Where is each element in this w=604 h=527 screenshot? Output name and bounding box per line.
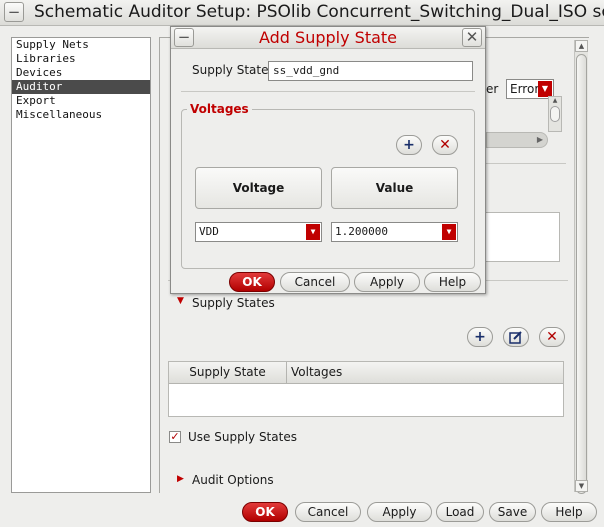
voltage-select[interactable]: VDD ▼ — [195, 222, 322, 242]
add-supply-state-dialog: − Add Supply State ✕ Supply State ss_vdd… — [170, 26, 486, 294]
supply-state-input[interactable]: ss_vdd_gnd — [268, 61, 473, 81]
minimize-icon[interactable]: − — [4, 2, 24, 22]
use-supply-states-label: Use Supply States — [188, 430, 297, 444]
severity-value: Error — [510, 82, 540, 96]
value-column-header[interactable]: Value — [331, 167, 458, 209]
partial-label: er — [486, 82, 499, 96]
nav-item-miscellaneous[interactable]: Miscellaneous — [12, 108, 150, 122]
scroll-up-icon[interactable]: ▲ — [575, 40, 588, 52]
main-scrollbar[interactable]: ▲ ▼ — [574, 40, 588, 494]
use-supply-states-checkbox[interactable]: ✓ — [169, 431, 181, 443]
col-voltages[interactable]: Voltages — [291, 362, 342, 383]
dialog-title: Add Supply State — [258, 28, 398, 47]
scroll-right-icon[interactable]: ▶ — [533, 133, 547, 147]
chevron-down-icon: ▼ — [306, 224, 320, 240]
text-area-partial[interactable] — [486, 212, 560, 262]
save-button[interactable]: Save — [489, 502, 536, 522]
category-list[interactable]: Supply Nets Libraries Devices Auditor Ex… — [11, 37, 151, 493]
add-icon[interactable]: + — [467, 327, 493, 347]
nav-item-supply-nets[interactable]: Supply Nets — [12, 38, 150, 52]
supply-states-heading[interactable]: Supply States — [192, 296, 275, 310]
nav-item-devices[interactable]: Devices — [12, 66, 150, 80]
edit-glyph — [509, 331, 522, 344]
table-header: Supply State Voltages — [169, 362, 563, 384]
scroll-up-icon[interactable]: ▲ — [549, 97, 561, 105]
nav-item-libraries[interactable]: Libraries — [12, 52, 150, 66]
chevron-down-icon: ▼ — [538, 81, 552, 97]
voltage-select-value: VDD — [199, 225, 219, 238]
dialog-cancel-button[interactable]: Cancel — [280, 272, 350, 292]
inner-scrollbar[interactable]: ▲ — [548, 96, 562, 132]
cancel-button[interactable]: Cancel — [295, 502, 361, 522]
collapsed-triangle-icon[interactable]: ▶ — [177, 474, 184, 484]
main-titlebar: − Schematic Auditor Setup: PSOlib Concur… — [0, 0, 604, 26]
close-icon[interactable]: ✕ — [462, 28, 482, 47]
dialog-titlebar: − Add Supply State ✕ — [171, 27, 485, 49]
value-select-value: 1.200000 — [335, 225, 388, 238]
supply-states-table[interactable]: Supply State Voltages — [168, 361, 564, 417]
value-select[interactable]: 1.200000 ▼ — [331, 222, 458, 242]
nav-item-export[interactable]: Export — [12, 94, 150, 108]
scroll-down-icon[interactable]: ▼ — [575, 480, 588, 492]
severity-select[interactable]: Error ▼ — [506, 79, 554, 99]
scroll-thumb[interactable] — [550, 106, 560, 122]
separator — [486, 163, 566, 164]
supply-state-label: Supply State — [192, 63, 269, 77]
separator — [181, 91, 475, 92]
expanded-triangle-icon[interactable]: ▼ — [177, 296, 184, 306]
help-button[interactable]: Help — [541, 502, 597, 522]
scroll-thumb[interactable] — [576, 54, 587, 494]
chevron-down-icon: ▼ — [442, 224, 456, 240]
delete-voltage-icon[interactable]: ✕ — [432, 135, 458, 155]
apply-button[interactable]: Apply — [367, 502, 432, 522]
dialog-help-button[interactable]: Help — [424, 272, 481, 292]
add-voltage-icon[interactable]: + — [396, 135, 422, 155]
ok-button[interactable]: OK — [242, 502, 288, 522]
window-title: Schematic Auditor Setup: PSOlib Concurre… — [34, 2, 604, 22]
nav-item-auditor[interactable]: Auditor — [12, 80, 150, 94]
voltages-heading: Voltages — [187, 102, 252, 116]
dialog-apply-button[interactable]: Apply — [354, 272, 420, 292]
edit-icon[interactable] — [503, 327, 529, 347]
audit-options-heading[interactable]: Audit Options — [192, 473, 274, 487]
delete-icon[interactable]: ✕ — [539, 327, 565, 347]
col-supply-state[interactable]: Supply State — [169, 362, 287, 383]
load-button[interactable]: Load — [436, 502, 484, 522]
dialog-ok-button[interactable]: OK — [229, 272, 275, 292]
voltage-column-header[interactable]: Voltage — [195, 167, 322, 209]
